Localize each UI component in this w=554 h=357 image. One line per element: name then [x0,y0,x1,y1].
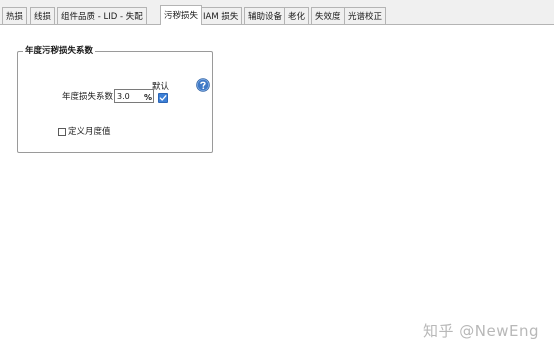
tab-module-quality-lid-mismatch[interactable]: 组件品质 - LID - 失配 [57,7,147,24]
define-monthly-values-checkbox[interactable] [58,128,66,136]
tab-ageing[interactable]: 老化 [284,7,310,24]
tab-wiring-loss[interactable]: 线损 [30,7,56,24]
annual-loss-factor-label: 年度损失系数 [62,92,114,102]
tab-bar: 热损 线损 组件品质 - LID - 失配 污秽损失 IAM 损失 辅助设备 老… [0,0,554,25]
unit-label: % [144,93,153,102]
tab-soiling-loss[interactable]: 污秽损失 [160,5,203,25]
tab-content-panel: 年度污秽损失系数 默认 年度损失系数 % 定义月度值 [0,25,554,357]
default-label: 默认 [152,82,170,92]
tab-spectral-correction[interactable]: 光谱校正 [344,7,387,24]
watermark: 知乎 @NewEng [423,322,539,340]
help-icon[interactable] [196,78,210,92]
tab-auxiliaries[interactable]: 辅助设备 [244,7,287,24]
soiling-loss-groupbox: 年度污秽损失系数 默认 年度损失系数 % 定义月度值 [17,45,213,153]
tab-heat-loss[interactable]: 热损 [2,7,28,24]
tab-unavailability[interactable]: 失效度 [311,7,345,24]
check-icon [159,95,167,101]
default-checkbox[interactable] [158,93,168,103]
tab-iam-loss[interactable]: IAM 损失 [199,7,243,24]
define-monthly-values-label[interactable]: 定义月度值 [68,126,111,138]
groupbox-title: 年度污秽损失系数 [23,45,96,57]
